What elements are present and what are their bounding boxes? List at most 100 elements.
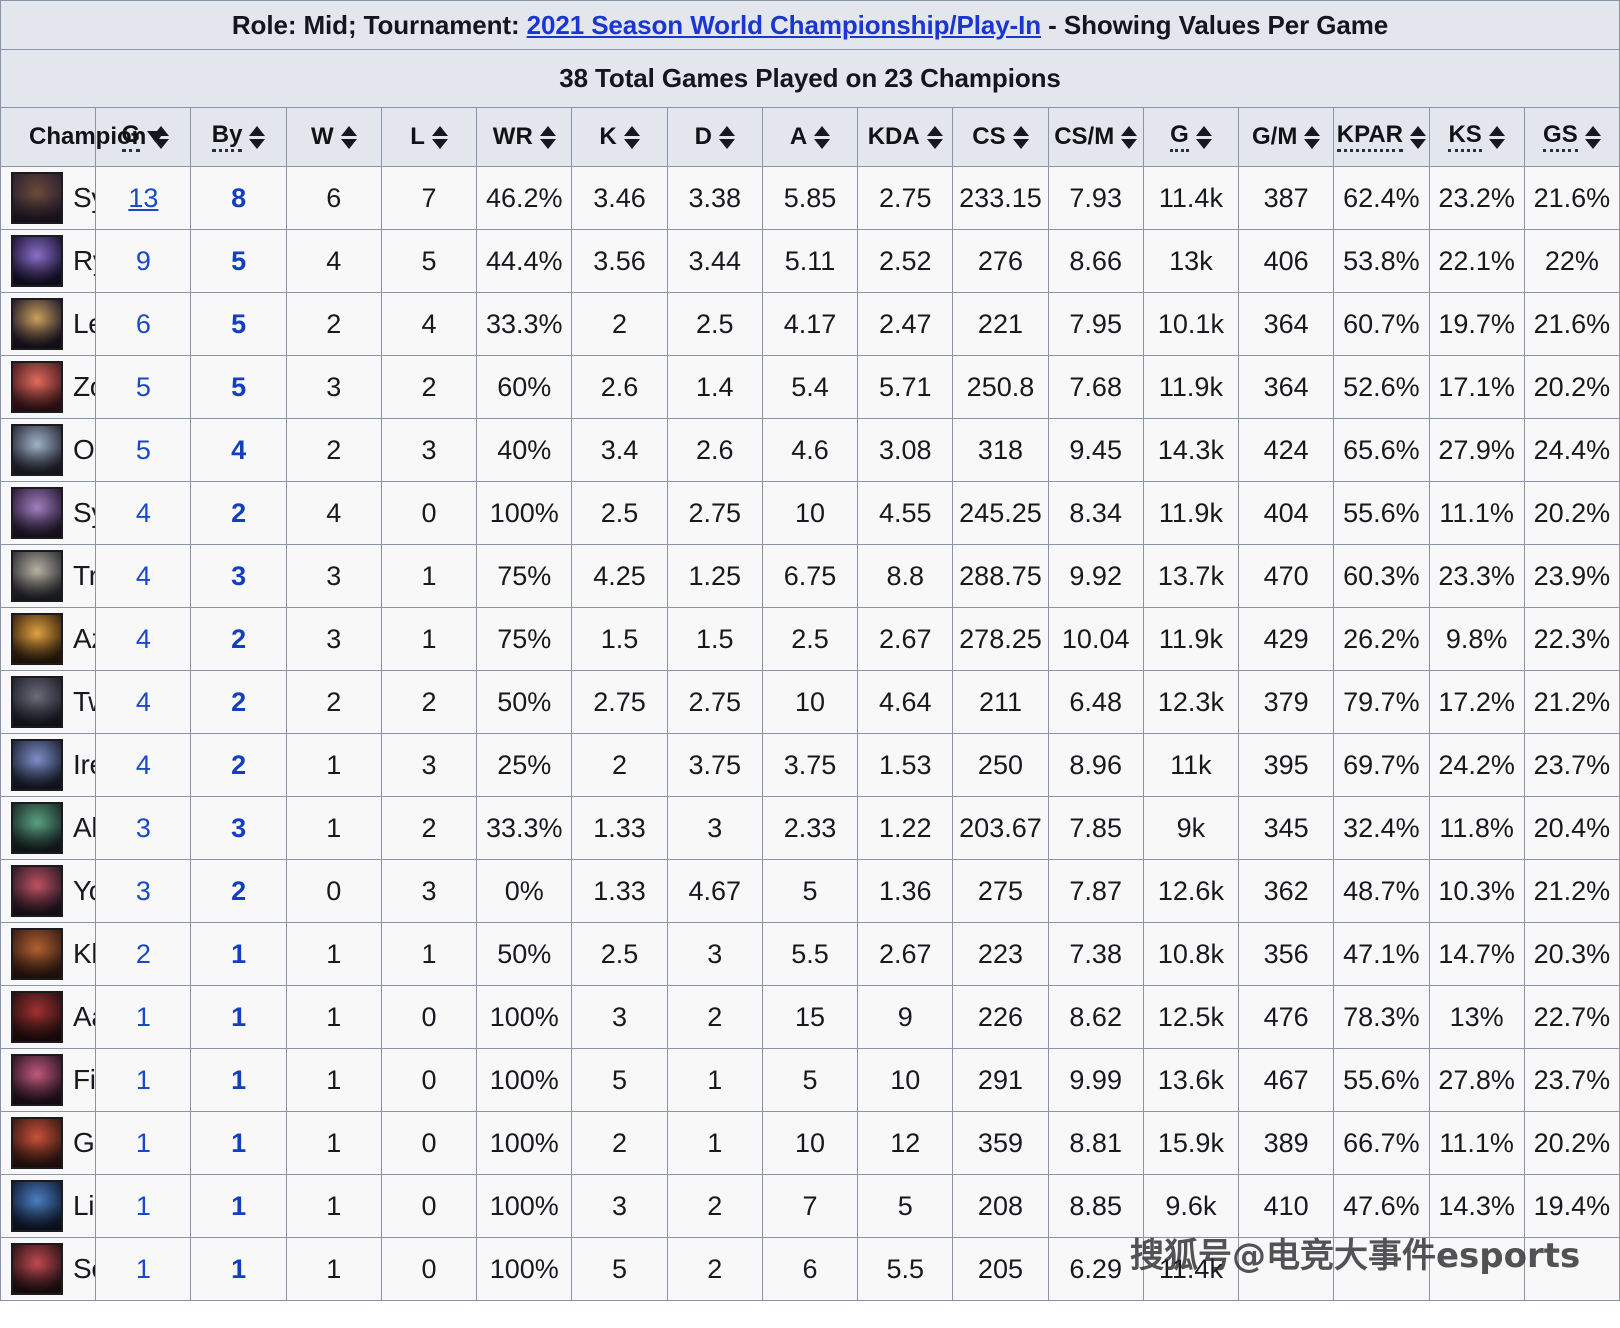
tournament-link[interactable]: 2021 Season World Championship/Play-In — [527, 10, 1042, 40]
cell-win-rate: 46.2% — [476, 166, 573, 230]
cell-games[interactable]: 3 — [95, 859, 192, 923]
cell-bans-by[interactable]: 1 — [190, 1111, 287, 1175]
cell-value: 2 — [421, 686, 437, 717]
cell-games[interactable]: 1 — [95, 1237, 192, 1301]
column-header-kpar-14[interactable]: KPAR — [1333, 107, 1430, 167]
sort-toggle-icon[interactable] — [1012, 125, 1029, 149]
cell-bans-by[interactable]: 2 — [190, 670, 287, 734]
cell-games[interactable]: 4 — [95, 544, 192, 608]
cell-bans-by[interactable]: 1 — [190, 922, 287, 986]
champion-cell[interactable]: Yone — [0, 859, 97, 923]
sort-toggle-icon[interactable] — [926, 125, 943, 149]
cell-bans-by[interactable]: 4 — [190, 418, 287, 482]
sort-toggle-icon[interactable] — [340, 125, 357, 149]
sort-toggle-icon[interactable] — [431, 125, 448, 149]
cell-bans-by[interactable]: 2 — [190, 733, 287, 797]
column-header-ks-15[interactable]: KS — [1428, 107, 1525, 167]
column-header-l-4[interactable]: L — [380, 107, 478, 167]
cell-games[interactable]: 1 — [95, 1048, 192, 1112]
sort-toggle-icon[interactable] — [1304, 125, 1321, 149]
column-header-g-12[interactable]: G — [1142, 107, 1240, 167]
sort-toggle-icon[interactable] — [539, 125, 556, 149]
cell-value: 1 — [231, 1127, 247, 1158]
cell-games[interactable]: 5 — [95, 355, 192, 419]
sort-toggle-icon[interactable] — [1488, 125, 1505, 149]
column-header-d-7[interactable]: D — [666, 107, 763, 167]
column-header-by-2[interactable]: By — [190, 107, 287, 167]
cell-assists: 7 — [761, 1174, 859, 1238]
champion-cell[interactable]: Azir — [0, 607, 97, 671]
cell-value: 22.3% — [1533, 623, 1611, 654]
cell-games[interactable]: 6 — [95, 292, 192, 356]
champion-cell[interactable]: Irelia — [0, 733, 97, 797]
cell-bans-by[interactable]: 3 — [190, 544, 287, 608]
sort-toggle-icon[interactable] — [623, 125, 640, 149]
column-header-g-m-13[interactable]: G/M — [1238, 107, 1335, 167]
column-header-w-3[interactable]: W — [285, 107, 382, 167]
cell-games[interactable]: 4 — [95, 670, 192, 734]
cell-bans-by[interactable]: 1 — [190, 1048, 287, 1112]
column-header-k-6[interactable]: K — [571, 107, 668, 167]
cell-bans-by[interactable]: 5 — [190, 355, 287, 419]
cell-win-rate: 100% — [476, 985, 573, 1049]
champion-cell[interactable]: Sett — [0, 1237, 97, 1301]
cell-bans-by[interactable]: 1 — [190, 1174, 287, 1238]
sort-toggle-icon[interactable] — [718, 125, 735, 149]
cell-games[interactable]: 4 — [95, 733, 192, 797]
sort-descending-icon[interactable] — [147, 131, 166, 143]
sort-toggle-icon[interactable] — [1410, 125, 1427, 149]
cell-bans-by[interactable]: 2 — [190, 607, 287, 671]
column-header-kda-9[interactable]: KDA — [857, 107, 954, 167]
cell-games[interactable]: 1 — [95, 1174, 192, 1238]
cell-games[interactable]: 13 — [95, 166, 192, 230]
cell-bans-by[interactable]: 8 — [190, 166, 287, 230]
column-header-gs-16[interactable]: GS — [1523, 107, 1620, 167]
cell-bans-by[interactable]: 3 — [190, 796, 287, 860]
cell-value: 5 — [612, 1253, 628, 1284]
champion-cell[interactable]: Ryze — [0, 229, 97, 293]
sort-toggle-icon[interactable] — [249, 125, 266, 149]
champion-cell[interactable]: Sylas — [0, 166, 97, 230]
cell-games[interactable]: 4 — [95, 607, 192, 671]
cell-games[interactable]: 1 — [95, 985, 192, 1049]
champion-cell[interactable]: Zoe — [0, 355, 97, 419]
cell-bans-by[interactable]: 2 — [190, 859, 287, 923]
cell-wins: 2 — [285, 292, 382, 356]
column-header-champion-0[interactable]: Champion — [0, 107, 170, 167]
sort-toggle-icon[interactable] — [1121, 125, 1138, 149]
champion-cell[interactable]: LeBlanc — [0, 292, 97, 356]
cell-bans-by[interactable]: 5 — [190, 292, 287, 356]
cell-bans-by[interactable]: 1 — [190, 985, 287, 1049]
column-header-cs-m-11[interactable]: CS/M — [1047, 107, 1144, 167]
champion-cell[interactable]: Lissandra — [0, 1174, 97, 1238]
sort-toggle-icon[interactable] — [1584, 125, 1601, 149]
champion-cell[interactable]: Twisted Fate — [0, 670, 97, 734]
cell-games[interactable]: 2 — [95, 922, 192, 986]
champion-cell[interactable]: Gragas — [0, 1111, 97, 1175]
cell-value: 100% — [489, 1001, 559, 1032]
cell-assists: 10 — [761, 1111, 859, 1175]
sort-toggle-icon[interactable] — [1195, 125, 1212, 149]
cell-value: 0 — [421, 1253, 437, 1284]
champion-cell[interactable]: Fiora — [0, 1048, 97, 1112]
cell-bans-by[interactable]: 1 — [190, 1237, 287, 1301]
cell-games[interactable]: 9 — [95, 229, 192, 293]
cell-cs: 250.8 — [952, 355, 1049, 419]
cell-games[interactable]: 1 — [95, 1111, 192, 1175]
cell-games[interactable]: 3 — [95, 796, 192, 860]
sort-toggle-icon[interactable] — [814, 125, 831, 149]
cell-bans-by[interactable]: 5 — [190, 229, 287, 293]
champion-cell[interactable]: Kled — [0, 922, 97, 986]
champion-cell[interactable]: Tryndamere — [0, 544, 97, 608]
champion-cell[interactable]: Syndra — [0, 481, 97, 545]
cell-games[interactable]: 4 — [95, 481, 192, 545]
column-header-cs-10[interactable]: CS — [952, 107, 1049, 167]
cell-games[interactable]: 5 — [95, 418, 192, 482]
champion-cell[interactable]: Aatrox — [0, 985, 97, 1049]
column-header-wr-5[interactable]: WR — [476, 107, 573, 167]
column-header-label: CS — [972, 123, 1006, 150]
column-header-a-8[interactable]: A — [761, 107, 859, 167]
champion-cell[interactable]: Orianna — [0, 418, 97, 482]
cell-bans-by[interactable]: 2 — [190, 481, 287, 545]
champion-cell[interactable]: Akali — [0, 796, 97, 860]
